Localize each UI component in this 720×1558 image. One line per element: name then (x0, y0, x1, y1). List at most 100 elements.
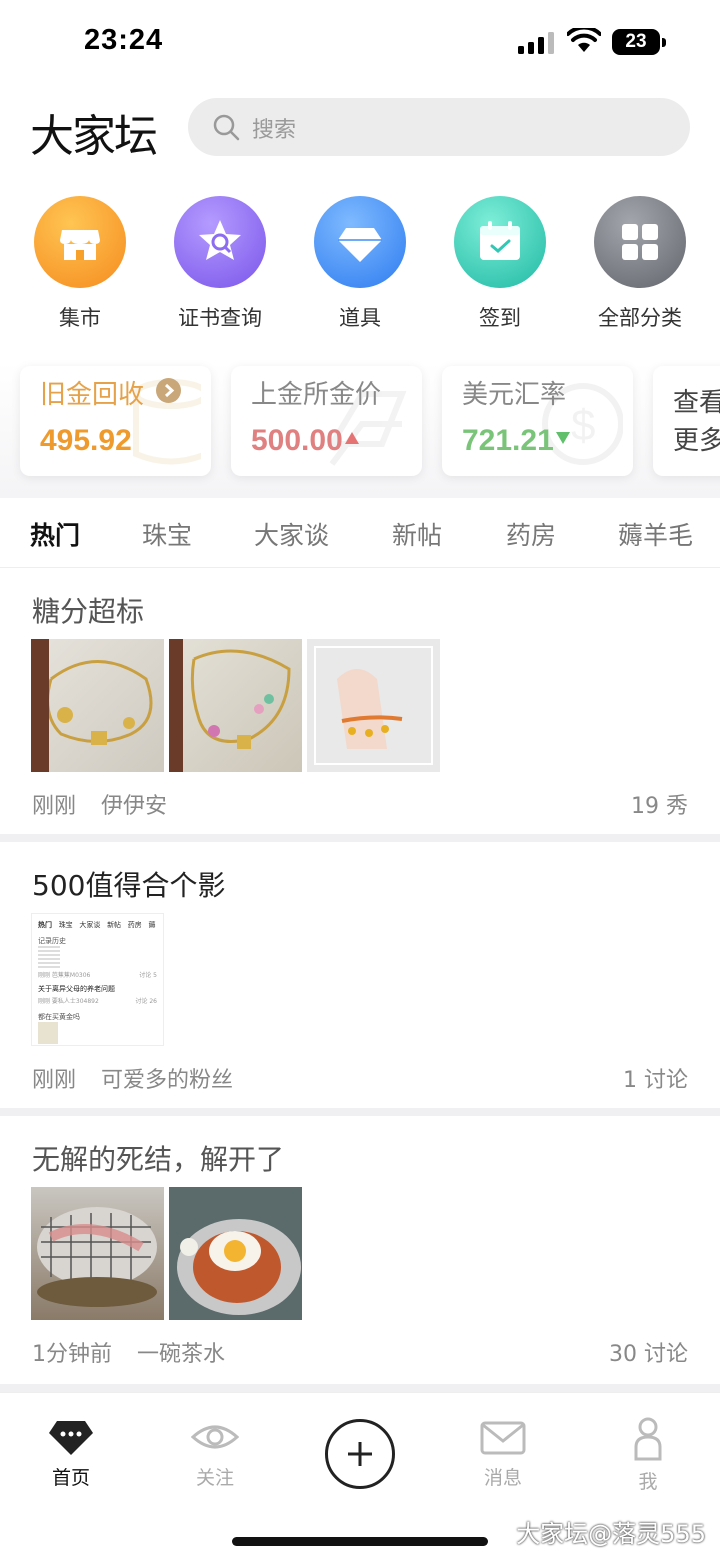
price-card-title: 旧金回收 (40, 380, 145, 410)
wifi-icon (567, 28, 601, 52)
divider (0, 1108, 720, 1116)
post-time: 刚刚 (32, 794, 77, 819)
status-time: 23:24 (84, 24, 164, 56)
app-logo[interactable]: 大家坛 (30, 100, 158, 164)
post-meta: 刚刚 伊伊安 (32, 788, 167, 820)
plus-icon (348, 1442, 372, 1466)
view-more-line2: 更多 (673, 426, 720, 456)
search-placeholder: 搜索 (252, 118, 297, 143)
calendar-check-icon (454, 196, 546, 288)
post-image[interactable] (169, 639, 302, 772)
price-card-gold-recycle[interactable]: 旧金回收 495.92 (20, 366, 211, 476)
quick-link-label: 证书查询 (178, 306, 262, 330)
quick-link-props[interactable]: 道具 (290, 196, 430, 332)
screenshot-text: 刚刚 要私人士304892 (38, 998, 99, 1005)
post-item[interactable]: 500值得合个影 热门 珠宝 大家谈 新帖 药房 薅 记录历史 刚刚 芭蕉蕉M0… (0, 842, 720, 1108)
price-card-value: 721.21 (462, 424, 554, 457)
post-author[interactable]: 伊伊安 (101, 794, 167, 819)
nav-label: 消息 (483, 1467, 522, 1489)
post-count: 30 讨论 (609, 1342, 688, 1367)
post-author[interactable]: 可爱多的粉丝 (101, 1068, 233, 1093)
nav-label: 我 (638, 1471, 658, 1493)
tab-discussion[interactable]: 大家谈 (254, 516, 329, 552)
screenshot-text: 记录历史 (38, 937, 66, 945)
nav-profile[interactable]: 我 (598, 1417, 698, 1494)
price-card-value: 495.92 (40, 424, 132, 457)
divider (0, 834, 720, 842)
view-more-line1: 查看 (673, 388, 720, 418)
search-icon (213, 114, 240, 141)
price-card-title: 美元汇率 (462, 380, 567, 410)
home-indicator[interactable] (232, 1537, 488, 1546)
post-image[interactable] (307, 639, 440, 772)
battery-indicator: 23 (612, 29, 666, 55)
post-image[interactable] (169, 1187, 302, 1320)
post-count: 19 秀 (631, 794, 688, 819)
tab-pharmacy[interactable]: 药房 (506, 516, 556, 552)
price-card-value: 500.00 (251, 424, 343, 457)
post-image[interactable] (31, 1187, 164, 1320)
post-time: 刚刚 (32, 1068, 77, 1093)
chevron-right-circle-icon (156, 378, 181, 403)
screenshot-text: 关于离异父母的养老问题 (38, 985, 115, 993)
add-post-button[interactable] (325, 1419, 395, 1489)
post-title: 糖分超标 (32, 595, 145, 628)
nav-home[interactable]: 首页 (21, 1417, 121, 1490)
svg-text:$: $ (571, 401, 595, 450)
search-bar[interactable]: 搜索 (188, 98, 690, 156)
battery-nub (662, 38, 666, 47)
price-card-usd-rate[interactable]: $ 美元汇率 721.21 (442, 366, 633, 476)
eye-icon (190, 1425, 240, 1449)
price-card-view-more[interactable]: 查看 更多 (653, 366, 720, 476)
tab-new-posts[interactable]: 新帖 (392, 516, 442, 552)
shop-icon (34, 196, 126, 288)
tab-hot[interactable]: 热门 (30, 516, 80, 552)
post-author[interactable]: 一碗茶水 (137, 1342, 225, 1367)
screenshot-text: 都在买黄金吗 (38, 1013, 80, 1021)
screenshot-tabs: 热门 珠宝 大家谈 新帖 药房 薅 (38, 921, 156, 929)
quick-link-label: 全部分类 (598, 306, 682, 330)
nav-label: 首页 (51, 1467, 90, 1489)
quick-link-market[interactable]: 集市 (10, 196, 150, 332)
post-time: 1分钟前 (32, 1342, 112, 1367)
post-item[interactable]: 糖分超标 刚刚 伊伊安 19 秀 (0, 568, 720, 834)
post-image[interactable]: 热门 珠宝 大家谈 新帖 药房 薅 记录历史 刚刚 芭蕉蕉M0306 讨论 5 … (31, 913, 164, 1046)
screenshot-text: 讨论 5 (139, 972, 157, 979)
image-watermark: 大家坛@落灵555 (516, 1520, 706, 1548)
quick-link-label: 集市 (59, 306, 101, 330)
post-meta: 刚刚 可爱多的粉丝 (32, 1062, 233, 1094)
category-tabs: 热门 珠宝 大家谈 新帖 药房 薅羊毛 (0, 498, 720, 568)
post-image[interactable] (31, 639, 164, 772)
nav-follow[interactable]: 关注 (165, 1417, 265, 1490)
grid-icon (594, 196, 686, 288)
quick-link-certificate[interactable]: 证书查询 (150, 196, 290, 332)
quick-link-all-categories[interactable]: 全部分类 (570, 196, 710, 332)
price-cards: 旧金回收 495.92 上金所金价 500.00 $ 美元汇率 721.21 查… (0, 362, 720, 498)
nav-messages[interactable]: 消息 (453, 1417, 553, 1490)
star-search-icon (174, 196, 266, 288)
home-diamond-icon (49, 1421, 93, 1455)
post-item[interactable]: 无解的死结，解开了 1分钟前 一碗茶水 30 讨论 (0, 1116, 720, 1384)
post-title: 无解的死结，解开了 (32, 1143, 285, 1176)
tab-jewelry[interactable]: 珠宝 (142, 516, 192, 552)
price-card-title: 上金所金价 (251, 380, 382, 410)
screenshot-text: 刚刚 芭蕉蕉M0306 (38, 972, 91, 979)
divider (0, 1384, 720, 1392)
trend-down-icon (556, 432, 570, 444)
quick-link-checkin[interactable]: 签到 (430, 196, 570, 332)
battery-level: 23 (612, 29, 660, 55)
quick-link-label: 签到 (479, 306, 521, 330)
quick-links: 集市 证书查询 道具 签到 全部分类 (0, 196, 720, 336)
status-bar: 23:24 23 (0, 0, 720, 86)
screenshot-text: 讨论 26 (135, 998, 157, 1005)
tab-deals[interactable]: 薅羊毛 (618, 516, 693, 552)
price-card-sge-gold[interactable]: 上金所金价 500.00 (231, 366, 422, 476)
nav-label: 关注 (195, 1467, 234, 1489)
user-icon (634, 1417, 662, 1461)
quick-link-label: 道具 (339, 306, 381, 330)
diamond-icon (314, 196, 406, 288)
post-count: 1 讨论 (623, 1068, 688, 1093)
trend-up-icon (345, 432, 359, 444)
cellular-signal-icon (518, 32, 554, 54)
mail-icon (480, 1421, 526, 1455)
